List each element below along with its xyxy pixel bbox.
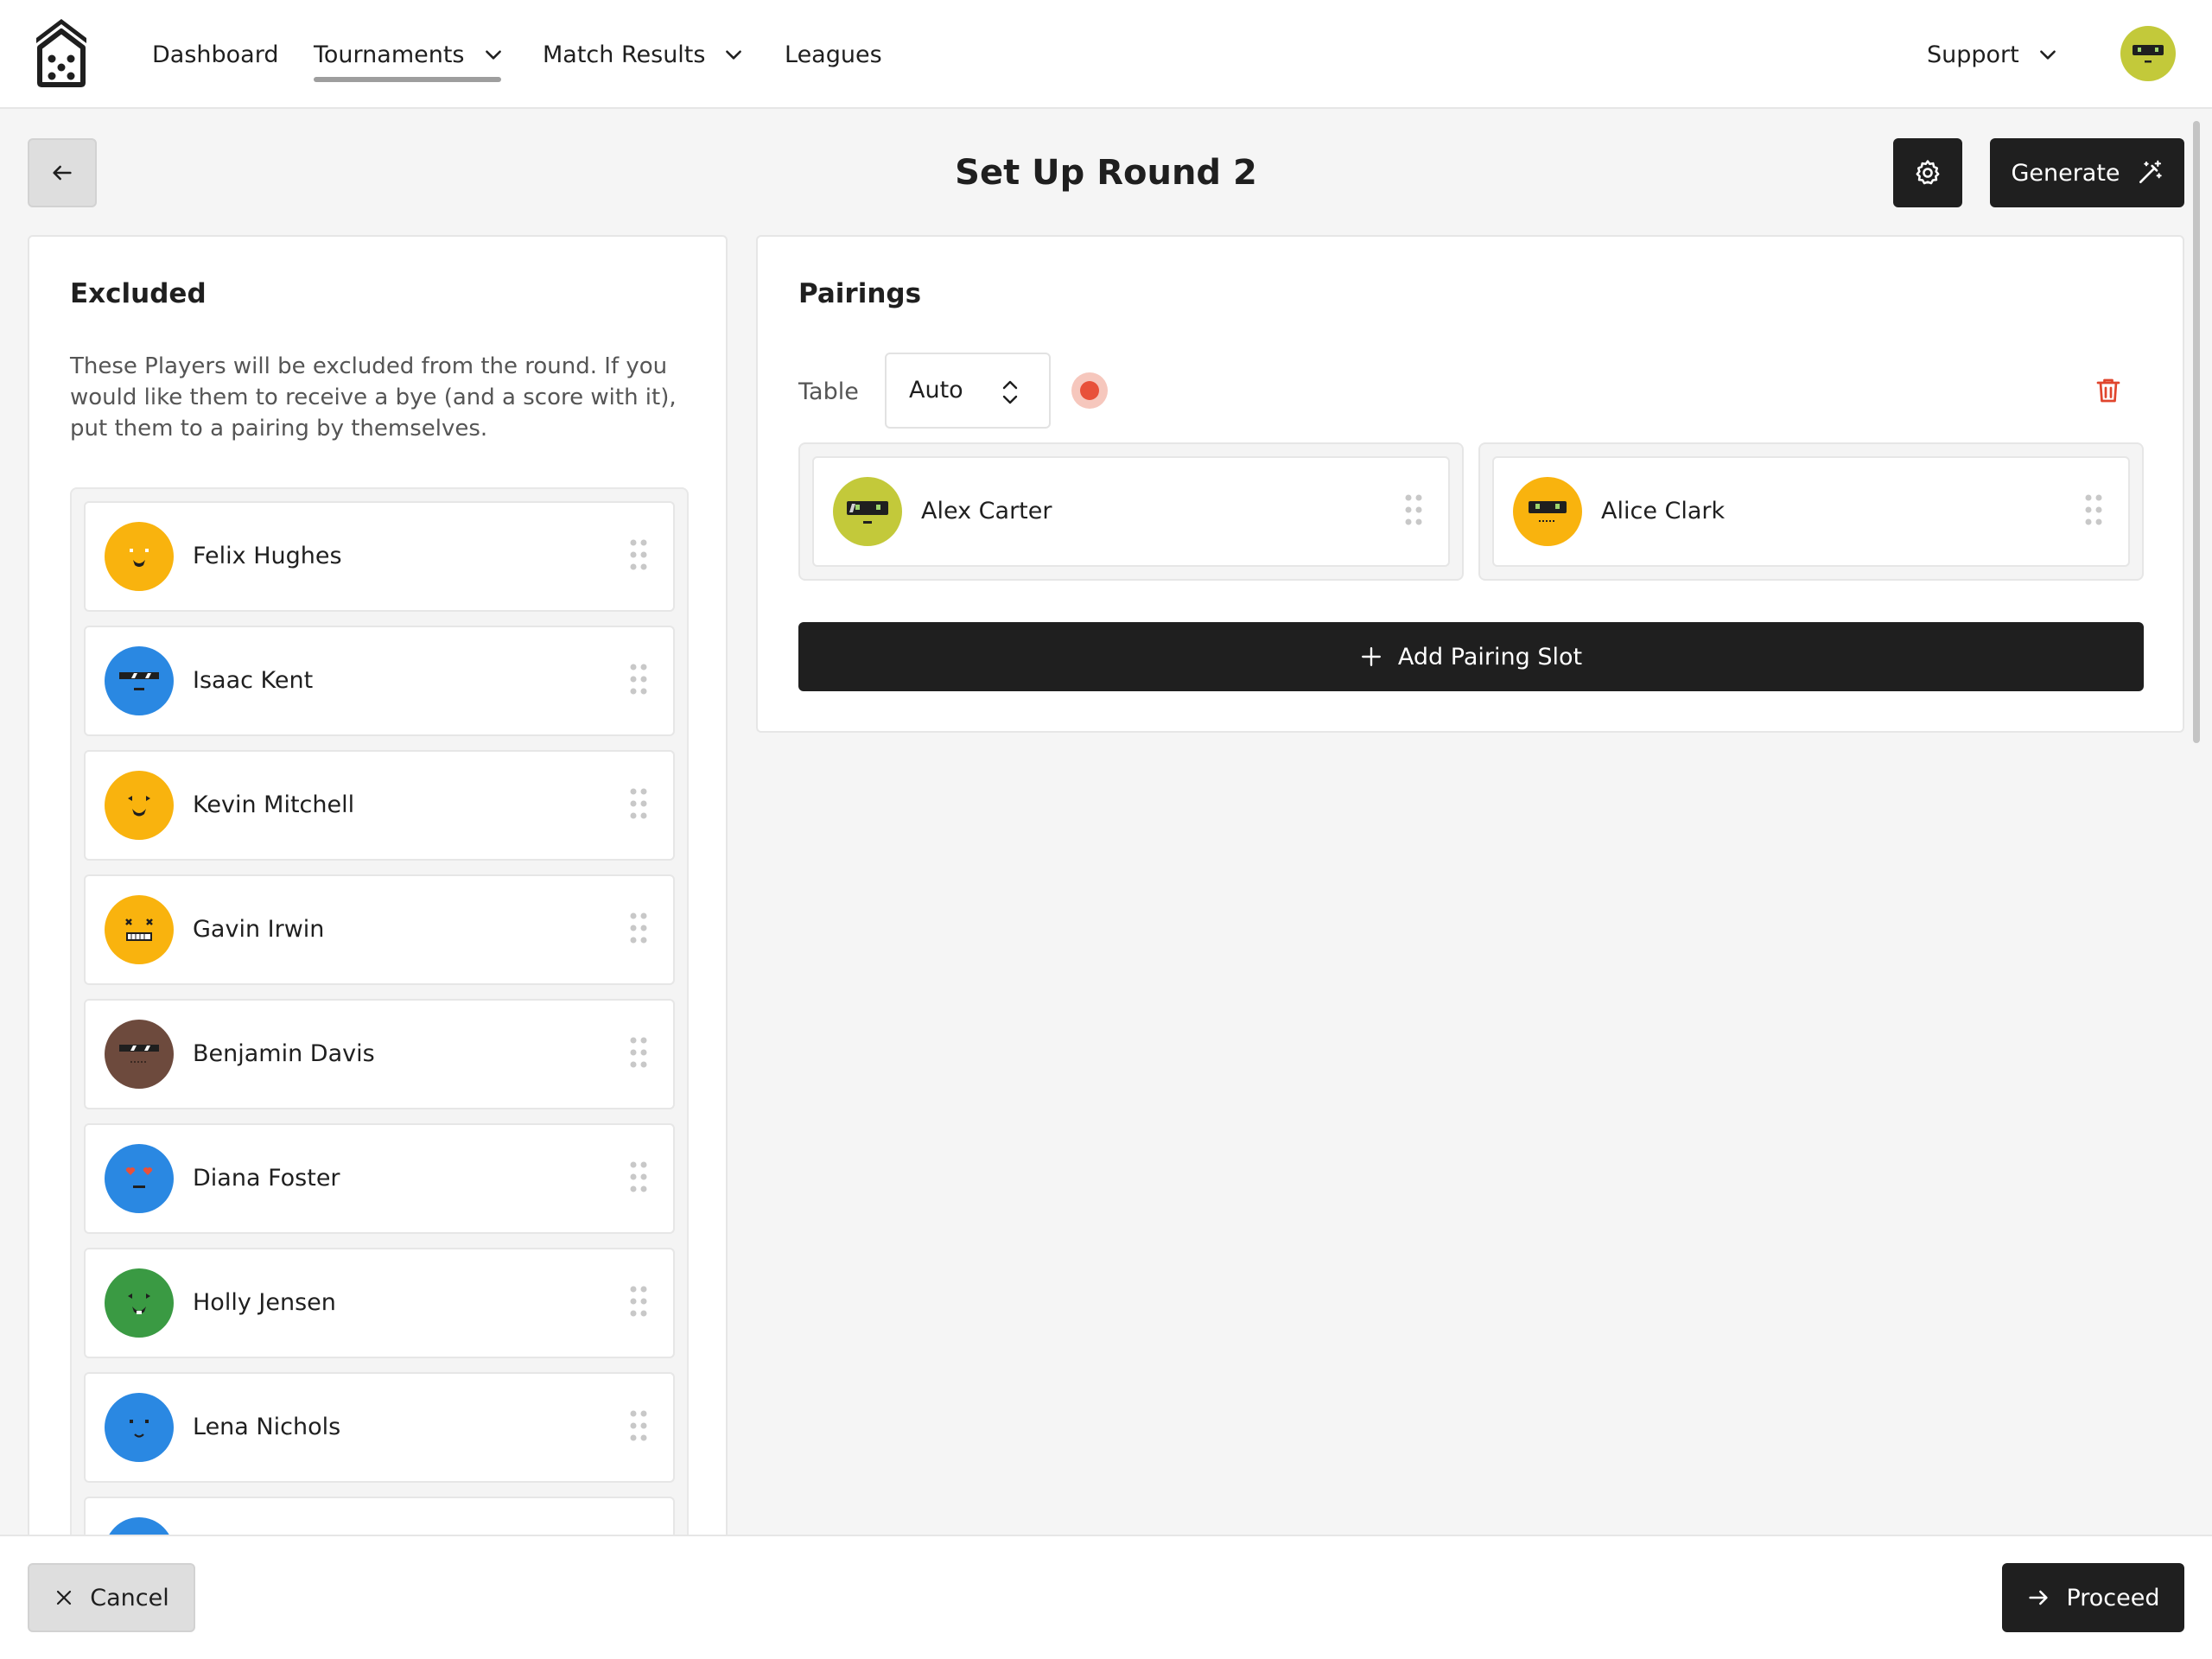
player-avatar-icon bbox=[833, 477, 902, 546]
player-name: Holly Jensen bbox=[193, 1289, 336, 1316]
user-avatar-icon[interactable] bbox=[2120, 26, 2176, 81]
pairing-slot[interactable]: Alex Carter bbox=[798, 442, 1464, 581]
arrow-right-icon bbox=[2029, 1590, 2049, 1605]
player-row-benjamin-davis[interactable]: Benjamin Davis bbox=[84, 999, 675, 1109]
generate-label: Generate bbox=[2011, 159, 2120, 187]
trash-icon[interactable] bbox=[2093, 375, 2124, 406]
generate-button[interactable]: Generate bbox=[1990, 138, 2184, 207]
cancel-label: Cancel bbox=[90, 1584, 169, 1611]
add-pairing-slot-label: Add Pairing Slot bbox=[1397, 643, 1583, 671]
player-avatar-icon bbox=[105, 522, 174, 591]
nav-match-results-label: Match Results bbox=[543, 41, 706, 68]
player-avatar-icon bbox=[105, 1393, 174, 1462]
player-avatar-icon bbox=[105, 895, 174, 964]
player-name: Isaac Kent bbox=[193, 667, 314, 694]
drag-handle-icon[interactable] bbox=[628, 1160, 649, 1194]
plus-icon bbox=[1361, 647, 1381, 666]
nav-dashboard[interactable]: Dashboard bbox=[152, 33, 278, 76]
page-title: Set Up Round 2 bbox=[955, 153, 1257, 193]
table-select[interactable]: Auto bbox=[885, 353, 1051, 429]
footer-bar: Cancel Proceed bbox=[0, 1535, 2212, 1659]
player-name: Lena Nichols bbox=[193, 1414, 341, 1440]
chevron-up-down-icon bbox=[1002, 380, 1018, 404]
nav-leagues[interactable]: Leagues bbox=[785, 33, 882, 76]
player-avatar-icon bbox=[105, 1020, 174, 1089]
arrow-left-icon bbox=[53, 165, 72, 181]
drag-handle-icon[interactable] bbox=[628, 1408, 649, 1443]
pairing-player-alice-clark[interactable]: Alice Clark bbox=[1492, 456, 2130, 567]
gear-icon bbox=[1916, 160, 1940, 185]
pairings-card: Pairings Table Auto Alex Carter Alice Cl… bbox=[756, 235, 2184, 733]
active-nav-indicator bbox=[314, 77, 501, 82]
drag-handle-icon[interactable] bbox=[628, 662, 649, 696]
drag-handle-icon[interactable] bbox=[628, 1284, 649, 1319]
table-label: Table bbox=[798, 378, 859, 405]
nav-tournaments[interactable]: Tournaments bbox=[314, 33, 505, 76]
proceed-button[interactable]: Proceed bbox=[2002, 1563, 2184, 1632]
player-row-lena-nichols[interactable]: Lena Nichols bbox=[84, 1372, 675, 1483]
player-avatar-icon bbox=[105, 646, 174, 715]
player-name: Diana Foster bbox=[193, 1165, 340, 1192]
player-row-felix-hughes[interactable]: Felix Hughes bbox=[84, 501, 675, 612]
excluded-title: Excluded bbox=[70, 278, 207, 309]
player-name: Alice Clark bbox=[1601, 498, 1726, 524]
player-row-isaac-kent[interactable]: Isaac Kent bbox=[84, 626, 675, 736]
drag-handle-icon[interactable] bbox=[628, 786, 649, 821]
player-name: Alex Carter bbox=[921, 498, 1052, 524]
close-icon bbox=[57, 1590, 72, 1605]
back-button[interactable] bbox=[28, 138, 97, 207]
nav-leagues-label: Leagues bbox=[785, 41, 882, 68]
player-avatar-icon bbox=[105, 1268, 174, 1338]
pairing-player-alex-carter[interactable]: Alex Carter bbox=[812, 456, 1450, 567]
add-pairing-slot-button[interactable]: Add Pairing Slot bbox=[798, 622, 2144, 691]
pairing-slot[interactable]: Alice Clark bbox=[1478, 442, 2144, 581]
player-name: Felix Hughes bbox=[193, 543, 342, 569]
nav-match-results[interactable]: Match Results bbox=[543, 33, 745, 76]
drag-handle-icon[interactable] bbox=[2083, 493, 2104, 527]
table-select-value: Auto bbox=[909, 377, 963, 404]
top-navigation: Dashboard Tournaments Match Results Leag… bbox=[0, 0, 2212, 109]
scrollbar[interactable] bbox=[2193, 121, 2200, 743]
player-avatar-icon bbox=[105, 1144, 174, 1213]
player-name: Kevin Mitchell bbox=[193, 791, 355, 818]
nav-support[interactable]: Support bbox=[1927, 33, 2059, 76]
player-row-kevin-mitchell[interactable]: Kevin Mitchell bbox=[84, 750, 675, 861]
player-row-holly-jensen[interactable]: Holly Jensen bbox=[84, 1248, 675, 1358]
settings-button[interactable] bbox=[1893, 138, 1962, 207]
chevron-down-icon bbox=[485, 50, 501, 60]
cancel-button[interactable]: Cancel bbox=[28, 1563, 195, 1632]
excluded-player-list[interactable]: Felix Hughes Isaac Kent Kevin Mitchell G… bbox=[70, 487, 689, 1611]
nav-dashboard-label: Dashboard bbox=[152, 41, 279, 68]
proceed-label: Proceed bbox=[2066, 1584, 2160, 1611]
magic-wand-icon bbox=[2139, 160, 2162, 183]
status-indicator bbox=[1071, 372, 1108, 409]
chevron-down-icon bbox=[726, 50, 742, 60]
chevron-down-icon bbox=[2039, 50, 2056, 60]
player-row-diana-foster[interactable]: Diana Foster bbox=[84, 1123, 675, 1234]
excluded-card: Excluded These Players will be excluded … bbox=[28, 235, 728, 1611]
player-avatar-icon bbox=[105, 771, 174, 840]
player-avatar-icon bbox=[1513, 477, 1582, 546]
dice-house-logo[interactable] bbox=[33, 16, 90, 88]
drag-handle-icon[interactable] bbox=[628, 1035, 649, 1070]
excluded-description: These Players will be excluded from the … bbox=[70, 353, 677, 442]
drag-handle-icon[interactable] bbox=[628, 911, 649, 945]
player-row-gavin-irwin[interactable]: Gavin Irwin bbox=[84, 874, 675, 985]
drag-handle-icon[interactable] bbox=[1403, 493, 1424, 527]
nav-tournaments-label: Tournaments bbox=[314, 41, 465, 68]
drag-handle-icon[interactable] bbox=[628, 537, 649, 572]
pairings-title: Pairings bbox=[798, 278, 922, 309]
player-name: Gavin Irwin bbox=[193, 916, 325, 943]
round-setup-page: Dashboard Tournaments Match Results Leag… bbox=[0, 0, 2212, 1659]
nav-support-label: Support bbox=[1927, 41, 2019, 68]
player-name: Benjamin Davis bbox=[193, 1040, 375, 1067]
